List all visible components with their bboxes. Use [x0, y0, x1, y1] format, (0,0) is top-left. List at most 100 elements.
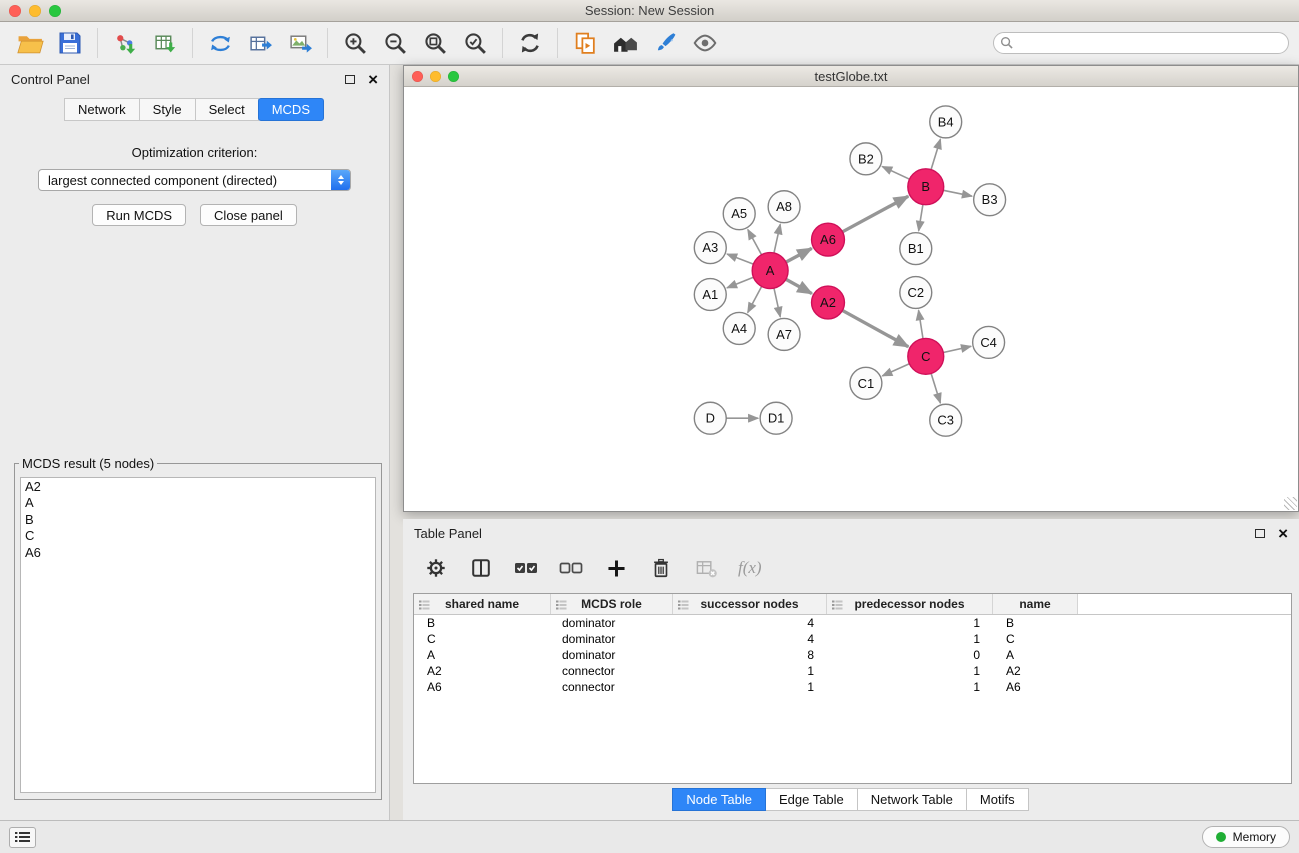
tab-style[interactable]: Style: [139, 98, 196, 121]
node-A6[interactable]: A6: [812, 223, 845, 256]
minimize-network-button[interactable]: [430, 71, 441, 82]
save-session-button[interactable]: [50, 25, 90, 61]
table-row[interactable]: B dominator 4 1 B: [414, 615, 1291, 631]
close-panel-button[interactable]: Close panel: [200, 204, 297, 226]
node-A7[interactable]: A7: [768, 318, 800, 350]
panel-toggle-button[interactable]: [9, 827, 36, 848]
tab-mcds[interactable]: MCDS: [258, 98, 324, 121]
edge-A-A4[interactable]: [748, 286, 762, 312]
minimize-window-button[interactable]: [29, 5, 41, 17]
select-all-button[interactable]: [513, 555, 539, 581]
node-A8[interactable]: A8: [768, 191, 800, 223]
edge-A-A3[interactable]: [727, 254, 753, 264]
tab-network-table[interactable]: Network Table: [857, 788, 967, 811]
node-D[interactable]: D: [694, 402, 726, 434]
node-C[interactable]: C: [908, 338, 944, 374]
mcds-result-item[interactable]: A6: [25, 545, 371, 561]
tab-select[interactable]: Select: [195, 98, 259, 121]
edge-B-B2[interactable]: [882, 166, 909, 179]
node-B[interactable]: B: [908, 169, 944, 205]
node-C3[interactable]: C3: [930, 404, 962, 436]
edge-B-B3[interactable]: [943, 190, 972, 196]
tab-motifs[interactable]: Motifs: [966, 788, 1029, 811]
mcds-result-item[interactable]: A: [25, 495, 371, 511]
edge-A6-B[interactable]: [842, 196, 908, 232]
node-A[interactable]: A: [752, 253, 788, 289]
memory-button[interactable]: Memory: [1202, 826, 1290, 848]
tab-node-table[interactable]: Node Table: [672, 788, 766, 811]
table-settings-button[interactable]: [423, 555, 449, 581]
maximize-window-button[interactable]: [49, 5, 61, 17]
delete-row-button[interactable]: [648, 555, 674, 581]
export-network-button[interactable]: [200, 25, 240, 61]
column-header-mcds-role[interactable]: MCDS role: [551, 594, 673, 614]
node-C4[interactable]: C4: [973, 326, 1005, 358]
edge-A-A2[interactable]: [786, 279, 812, 293]
table-row[interactable]: A dominator 8 0 A: [414, 647, 1291, 663]
column-visibility-button[interactable]: [468, 555, 494, 581]
node-A1[interactable]: A1: [694, 279, 726, 311]
edge-A-A1[interactable]: [727, 277, 754, 288]
edge-A-A6[interactable]: [786, 248, 812, 262]
node-B4[interactable]: B4: [930, 106, 962, 138]
clone-network-button[interactable]: [565, 25, 605, 61]
tab-edge-table[interactable]: Edge Table: [765, 788, 858, 811]
delete-table-button[interactable]: [693, 555, 719, 581]
column-header-name[interactable]: name: [993, 594, 1078, 614]
zoom-fit-button[interactable]: [415, 25, 455, 61]
edge-A2-C[interactable]: [842, 310, 908, 346]
add-row-button[interactable]: [603, 555, 629, 581]
edge-C-C3[interactable]: [931, 374, 940, 404]
float-panel-icon[interactable]: [345, 75, 355, 84]
column-header-successor-nodes[interactable]: successor nodes: [673, 594, 827, 614]
mcds-result-item[interactable]: A2: [25, 479, 371, 495]
close-table-panel-icon[interactable]: ×: [1278, 525, 1288, 542]
table-row[interactable]: A2 connector 1 1 A2: [414, 663, 1291, 679]
criterion-dropdown[interactable]: largest connected component (directed): [38, 169, 351, 191]
column-header-shared-name[interactable]: shared name: [414, 594, 551, 614]
node-A2[interactable]: A2: [812, 286, 845, 319]
style-brush-button[interactable]: [645, 25, 685, 61]
network-canvas[interactable]: B4B2BB3A5A8A6B1A3AC2A1A2A4A7C4CC1C3DD1: [404, 88, 1298, 511]
tab-network[interactable]: Network: [64, 98, 140, 121]
mcds-result-list[interactable]: A2 A B C A6: [20, 477, 376, 793]
close-network-button[interactable]: [412, 71, 423, 82]
node-A5[interactable]: A5: [723, 198, 755, 230]
zoom-in-button[interactable]: [335, 25, 375, 61]
node-C2[interactable]: C2: [900, 277, 932, 309]
mcds-result-item[interactable]: C: [25, 528, 371, 544]
zoom-selected-button[interactable]: [455, 25, 495, 61]
edge-C-C4[interactable]: [943, 346, 971, 352]
import-table-button[interactable]: [145, 25, 185, 61]
function-builder-button[interactable]: f(x): [738, 555, 762, 581]
close-window-button[interactable]: [9, 5, 21, 17]
node-C1[interactable]: C1: [850, 367, 882, 399]
network-graph[interactable]: B4B2BB3A5A8A6B1A3AC2A1A2A4A7C4CC1C3DD1: [404, 88, 1298, 511]
column-header-predecessor-nodes[interactable]: predecessor nodes: [827, 594, 993, 614]
maximize-network-button[interactable]: [448, 71, 459, 82]
edge-B-B4[interactable]: [931, 139, 940, 170]
edge-C-C1[interactable]: [882, 364, 909, 376]
close-panel-icon[interactable]: ×: [368, 71, 378, 88]
edge-A-A5[interactable]: [748, 229, 762, 254]
home-button[interactable]: [605, 25, 645, 61]
float-table-panel-icon[interactable]: [1255, 529, 1265, 538]
edge-B-B1[interactable]: [919, 204, 923, 230]
resize-handle[interactable]: [1284, 497, 1297, 510]
edge-C-C2[interactable]: [919, 310, 923, 338]
mcds-result-item[interactable]: B: [25, 512, 371, 528]
table-row[interactable]: A6 connector 1 1 A6: [414, 679, 1291, 695]
run-mcds-button[interactable]: Run MCDS: [92, 204, 186, 226]
export-image-button[interactable]: [280, 25, 320, 61]
open-session-button[interactable]: [10, 25, 50, 61]
apply-layout-button[interactable]: [510, 25, 550, 61]
node-A4[interactable]: A4: [723, 312, 755, 344]
edge-A-A7[interactable]: [774, 288, 780, 317]
node-A3[interactable]: A3: [694, 232, 726, 264]
node-B2[interactable]: B2: [850, 143, 882, 175]
zoom-out-button[interactable]: [375, 25, 415, 61]
search-input[interactable]: [993, 32, 1289, 54]
import-network-button[interactable]: [105, 25, 145, 61]
deselect-all-button[interactable]: [558, 555, 584, 581]
table-row[interactable]: C dominator 4 1 C: [414, 631, 1291, 647]
